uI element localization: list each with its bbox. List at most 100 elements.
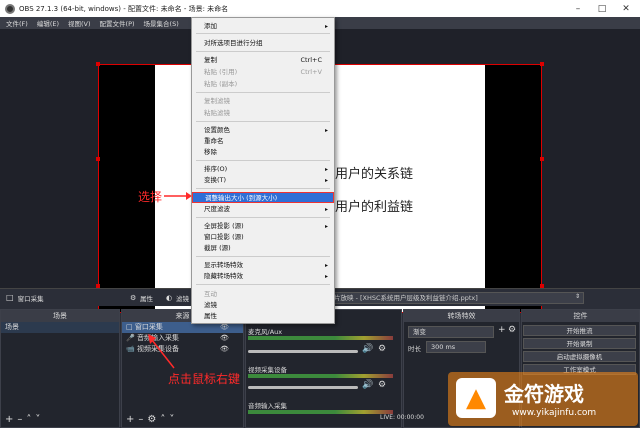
resize-handle[interactable] bbox=[96, 62, 100, 66]
watermark: ▲ 金符游戏 www.yikajinfu.com bbox=[448, 372, 638, 426]
menu-item-properties[interactable]: 属性 bbox=[192, 311, 334, 322]
menu-item-rename[interactable]: 重命名 bbox=[192, 136, 334, 147]
menu-item-paste-ref: 粘贴 (引用) Ctrl+V bbox=[204, 68, 322, 76]
menu-item-screenshot[interactable]: 截屏 (源) bbox=[192, 243, 334, 254]
duration-input[interactable]: 300 ms bbox=[426, 341, 486, 353]
menu-separator bbox=[196, 188, 330, 189]
menu-item-show-transition[interactable]: 显示转场特效 ▸ bbox=[192, 260, 334, 271]
menu-item-copy-filters: 复制滤镜 bbox=[204, 97, 230, 105]
source-controls: +–⚙˄˅ bbox=[126, 414, 178, 425]
menu-view[interactable]: 视图(V) bbox=[68, 18, 91, 28]
menu-separator bbox=[196, 217, 330, 218]
menu-profile[interactable]: 配置文件(P) bbox=[100, 18, 135, 28]
volume-slider[interactable] bbox=[248, 386, 358, 389]
gear-icon[interactable]: ⚙ bbox=[130, 294, 136, 302]
annotation-arrow-icon bbox=[148, 334, 175, 369]
source-item[interactable]: 🎤 音频输入采集 👁 bbox=[122, 333, 243, 344]
start-streaming-button[interactable]: 开始推流 bbox=[523, 325, 636, 336]
resize-handle[interactable] bbox=[540, 62, 544, 66]
sources-dock: 来源 □ 窗口采集 👁 🎤 音频输入采集 👁 📹 视频采集设备 👁 +–⚙˄˅ bbox=[121, 309, 244, 428]
menu-item-scale-filter[interactable]: 尺度滤波 ▸ bbox=[192, 204, 334, 215]
menu-separator bbox=[196, 256, 330, 257]
add-icon[interactable]: + bbox=[5, 414, 17, 425]
speaker-icon[interactable]: 🔊 bbox=[362, 344, 373, 354]
filters-button[interactable]: 滤镜 bbox=[176, 293, 189, 303]
menu-item-window-projector[interactable]: 窗口投影 (源) bbox=[192, 232, 334, 243]
menu-item-paste-dup: 粘贴 (副本) bbox=[204, 80, 238, 88]
menu-item-remove[interactable]: 移除 bbox=[192, 147, 334, 158]
menu-separator bbox=[196, 92, 330, 93]
menu-separator bbox=[196, 160, 330, 161]
filter-icon[interactable]: ◐ bbox=[166, 294, 172, 302]
minimize-icon[interactable]: – bbox=[566, 0, 590, 17]
menu-item-resize-output[interactable]: 调整输出大小 (到源大小) bbox=[192, 192, 334, 203]
scenes-header: 场景 bbox=[1, 310, 119, 322]
menu-item-copy[interactable]: 复制 Ctrl+C bbox=[192, 55, 334, 66]
transitions-header: 转场特效 bbox=[404, 310, 519, 322]
down-icon[interactable]: ˅ bbox=[35, 414, 44, 425]
chevron-down-icon: ⇕ bbox=[575, 293, 581, 300]
annotation-arrow-icon bbox=[164, 192, 192, 200]
window-icon: □ bbox=[6, 293, 14, 302]
properties-button[interactable]: 属性 bbox=[140, 293, 153, 303]
menu-item-fullscreen-projector[interactable]: 全屏投影 (源) ▸ bbox=[192, 221, 334, 232]
down-icon[interactable]: ˅ bbox=[169, 414, 178, 425]
menu-separator bbox=[196, 284, 330, 285]
volume-meter bbox=[248, 336, 393, 340]
menu-edit[interactable]: 编辑(E) bbox=[37, 18, 59, 28]
current-source-label: 窗口采集 bbox=[17, 294, 44, 303]
source-item[interactable]: 📹 视频采集设备 👁 bbox=[122, 344, 243, 355]
brand-logo-icon: ▲ bbox=[456, 378, 496, 418]
menu-file[interactable]: 文件(F) bbox=[6, 18, 28, 28]
mixer-channel-name: 视频采集设备 bbox=[248, 366, 287, 374]
resize-handle[interactable] bbox=[540, 157, 544, 161]
menu-item-order[interactable]: 排序(O) ▸ bbox=[192, 164, 334, 175]
context-menu: 添加 ▸ 对所选项目进行分组 复制 Ctrl+C 粘贴 (引用) Ctrl+V 粘贴 … bbox=[191, 17, 335, 324]
gear-icon[interactable]: ⚙ bbox=[508, 325, 516, 335]
scenes-dock: 场景 场景 +–˄˅ bbox=[0, 309, 120, 428]
maximize-icon[interactable]: □ bbox=[590, 0, 614, 17]
up-icon[interactable]: ˄ bbox=[160, 414, 169, 425]
gear-icon[interactable]: ⚙ bbox=[147, 414, 160, 425]
close-icon[interactable]: ✕ bbox=[614, 0, 638, 17]
audio-mixer-dock: 麦克风/Aux 🔊 ⚙ 视频采集设备 🔊 ⚙ 音频输入采集 bbox=[245, 309, 402, 428]
scene-controls: +–˄˅ bbox=[5, 414, 44, 425]
gear-icon[interactable]: ⚙ bbox=[378, 380, 386, 390]
add-icon[interactable]: + bbox=[126, 414, 138, 425]
scene-item[interactable]: 场景 bbox=[1, 322, 119, 333]
canvas-right-letterbox bbox=[485, 65, 541, 312]
canvas-text-line1: 用户的关系链 bbox=[335, 167, 414, 182]
resize-handle[interactable] bbox=[96, 157, 100, 161]
window-title: OBS 27.1.3 (64-bit, windows) - 配置文件: 未命名… bbox=[19, 4, 229, 13]
menu-separator bbox=[196, 51, 330, 52]
volume-slider[interactable] bbox=[248, 350, 358, 353]
watermark-url: www.yikajinfu.com bbox=[512, 408, 597, 418]
menu-item-paste-filters: 粘贴滤镜 bbox=[204, 109, 230, 117]
menu-scene-collection[interactable]: 场景集合(S) bbox=[144, 18, 179, 28]
volume-meter bbox=[248, 410, 393, 414]
start-recording-button[interactable]: 开始录制 bbox=[523, 338, 636, 349]
transition-select[interactable]: 渐变 bbox=[408, 326, 494, 338]
speaker-icon[interactable]: 🔊 bbox=[362, 380, 373, 390]
controls-header: 控件 bbox=[522, 310, 639, 322]
menu-item-interact: 互动 bbox=[204, 290, 217, 298]
window-select[interactable]: 片放映 - [XHSC系统用户层级及利益链介绍.pptx] bbox=[330, 292, 584, 304]
menu-item-hide-transition[interactable]: 隐藏转场特效 ▸ bbox=[192, 271, 334, 282]
menu-item-group[interactable]: 对所选项目进行分组 bbox=[192, 38, 334, 49]
mixer-channel-name: 麦克风/Aux bbox=[248, 328, 283, 336]
menu-item-filters[interactable]: 滤镜 bbox=[192, 300, 334, 311]
live-status: LIVE: 00:00:00 bbox=[380, 414, 424, 421]
start-virtual-camera-button[interactable]: 启动虚拟摄像机 bbox=[523, 351, 636, 362]
add-icon[interactable]: + bbox=[498, 325, 506, 335]
menu-item-add[interactable]: 添加 ▸ bbox=[192, 21, 334, 32]
menu-item-transform[interactable]: 变换(T) ▸ bbox=[192, 175, 334, 186]
watermark-brand: 金符游戏 bbox=[504, 382, 584, 406]
title-bar: OBS 27.1.3 (64-bit, windows) - 配置文件: 未命名… bbox=[0, 0, 640, 17]
gear-icon[interactable]: ⚙ bbox=[378, 344, 386, 354]
menu-separator bbox=[196, 33, 330, 34]
annotation-right-click: 点击鼠标右键 bbox=[168, 372, 241, 386]
volume-meter bbox=[248, 374, 393, 378]
menu-item-set-color[interactable]: 设置颜色 ▸ bbox=[192, 125, 334, 136]
annotation-select: 选择 bbox=[138, 190, 163, 204]
obs-logo-icon bbox=[5, 3, 15, 14]
